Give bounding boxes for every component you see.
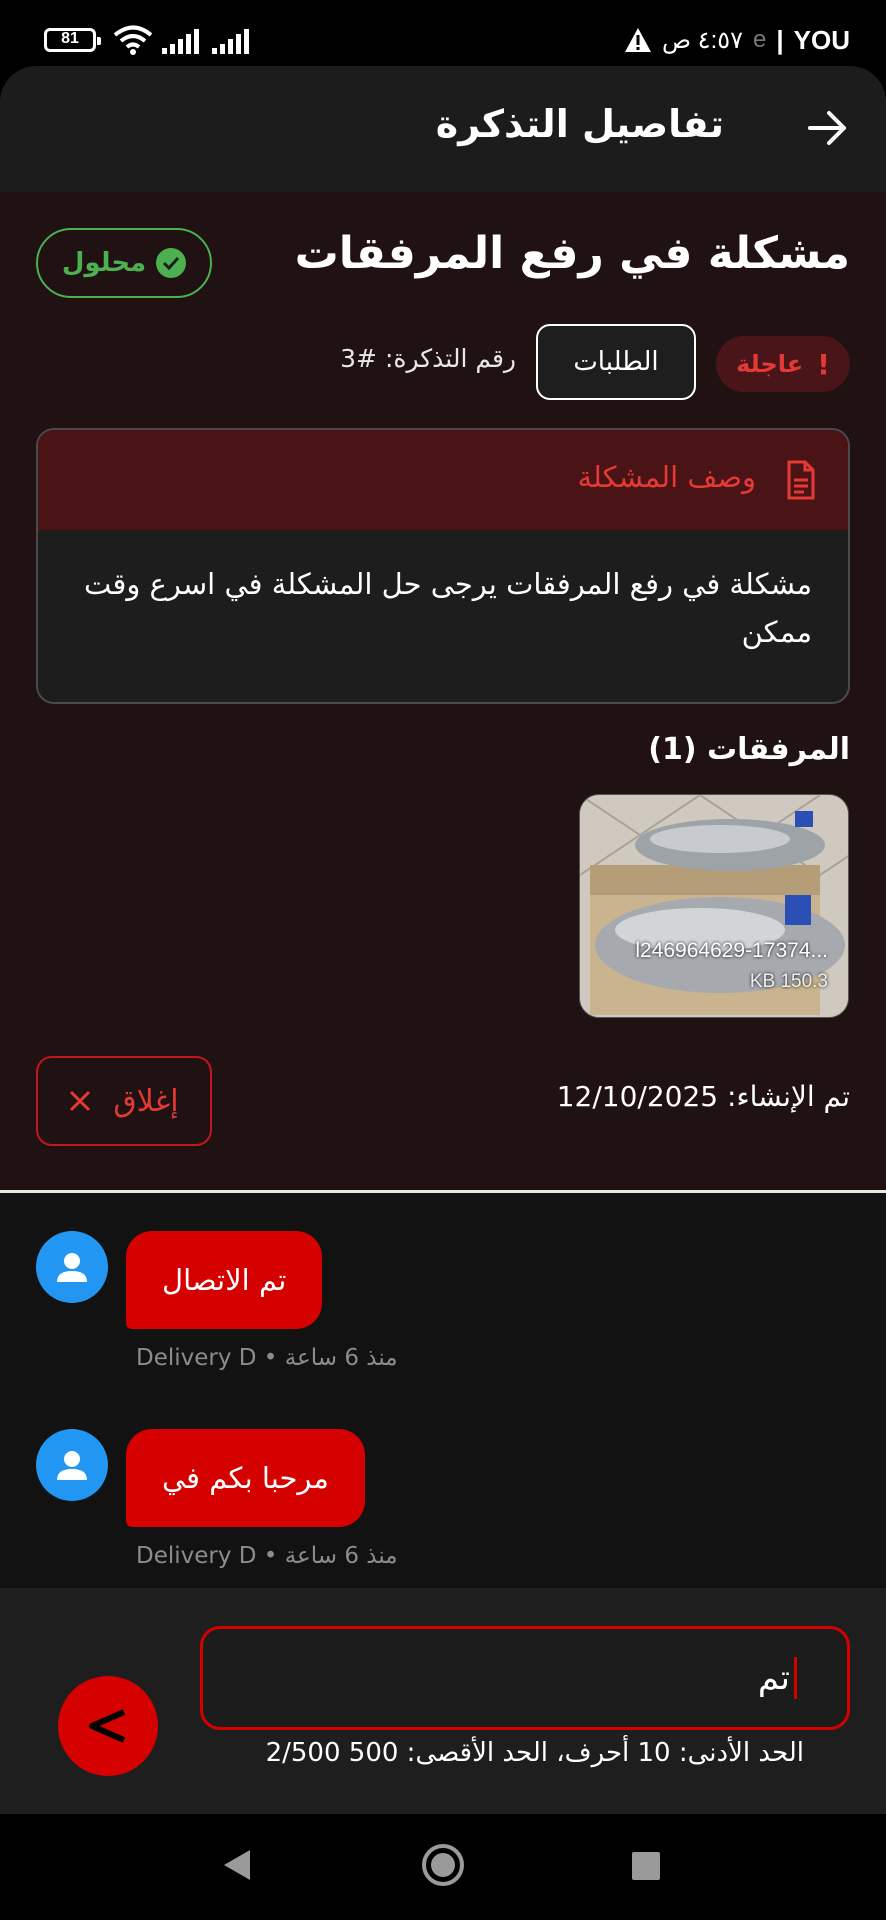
nav-back-icon[interactable]: [222, 1848, 252, 1882]
system-nav-bar: [0, 1814, 886, 1920]
attachment-thumbnail[interactable]: l246964629-17374... KB 150.3: [579, 794, 849, 1018]
app-header: تفاصيل التذكرة: [0, 66, 886, 192]
send-icon: [89, 1709, 126, 1743]
check-circle-icon: [156, 248, 187, 278]
message-input[interactable]: تم: [200, 1626, 850, 1730]
back-button[interactable]: [804, 104, 852, 152]
character-limit-hint: الحد الأدنى: 10 أحرف، الحد الأقصى: 500 2…: [265, 1738, 804, 1768]
close-ticket-button[interactable]: إغلاق: [36, 1056, 212, 1146]
avatar: [36, 1429, 108, 1501]
separator: |: [776, 24, 784, 55]
attachment-size: KB 150.3: [749, 971, 828, 992]
status-bar: 81 ٤:٥٧ ص e | YOU: [0, 0, 886, 66]
description-text: مشكلة في رفع المرفقات يرجى حل المشكلة في…: [84, 567, 812, 649]
signal-icon-2: [212, 28, 254, 54]
attachments-title: المرفقات (1): [648, 732, 850, 767]
nav-recents-icon[interactable]: [632, 1852, 660, 1880]
category-chip[interactable]: الطلبات: [536, 324, 696, 400]
created-date: تم الإنشاء: 12/10/2025: [556, 1080, 850, 1113]
text-caret: [794, 1657, 797, 1699]
nav-home-icon[interactable]: [422, 1844, 464, 1886]
warning-icon: [624, 28, 651, 52]
wifi-icon: [113, 25, 153, 55]
user-icon: [57, 1253, 87, 1282]
battery-icon: 81: [44, 28, 101, 52]
signal-icon: [162, 28, 204, 54]
description-card: وصف المشكلة مشكلة في رفع المرفقات يرجى ح…: [36, 428, 850, 704]
ticket-title: مشكلة في رفع المرفقات: [294, 228, 850, 279]
message-input-value: تم: [758, 1657, 797, 1699]
close-button-label: إغلاق: [113, 1083, 179, 1119]
priority-badge: ! عاجلة: [716, 336, 850, 392]
status-time: ٤:٥٧ ص: [661, 26, 744, 54]
status-faded-text: e: [753, 26, 767, 53]
ticket-number: رقم التذكرة: #3: [340, 344, 516, 373]
message-meta: Delivery D • منذ 6 ساعة: [136, 1543, 398, 1569]
description-title: وصف المشكلة: [577, 460, 756, 494]
message-list[interactable]: تم الاتصال Delivery D • منذ 6 ساعة مرحبا…: [0, 1193, 886, 1588]
status-label: محلول: [61, 248, 147, 278]
attachment-name: l246964629-17374...: [635, 939, 828, 962]
arrow-right-icon: [808, 111, 846, 145]
priority-label: عاجلة: [736, 350, 804, 378]
user-icon: [57, 1451, 87, 1480]
message-bubble: مرحبا بكم في: [126, 1429, 365, 1527]
battery-level: 81: [61, 30, 79, 47]
description-header: وصف المشكلة: [38, 430, 848, 530]
avatar: [36, 1231, 108, 1303]
message-meta: Delivery D • منذ 6 ساعة: [136, 1345, 398, 1371]
carrier-name: YOU: [793, 24, 850, 55]
message-composer: تم الحد الأدنى: 10 أحرف، الحد الأقصى: 50…: [0, 1588, 886, 1814]
page-title: تفاصيل التذكرة: [435, 102, 724, 146]
input-text: تم: [757, 1658, 790, 1698]
close-icon: [70, 1090, 91, 1112]
ticket-details: مشكلة في رفع المرفقات محلول ! عاجلة الطل…: [0, 192, 886, 1190]
exclamation-icon: !: [817, 347, 830, 381]
message-bubble: تم الاتصال: [126, 1231, 323, 1329]
document-icon: [787, 460, 815, 500]
status-badge: محلول: [36, 228, 212, 298]
send-button[interactable]: [58, 1676, 158, 1776]
